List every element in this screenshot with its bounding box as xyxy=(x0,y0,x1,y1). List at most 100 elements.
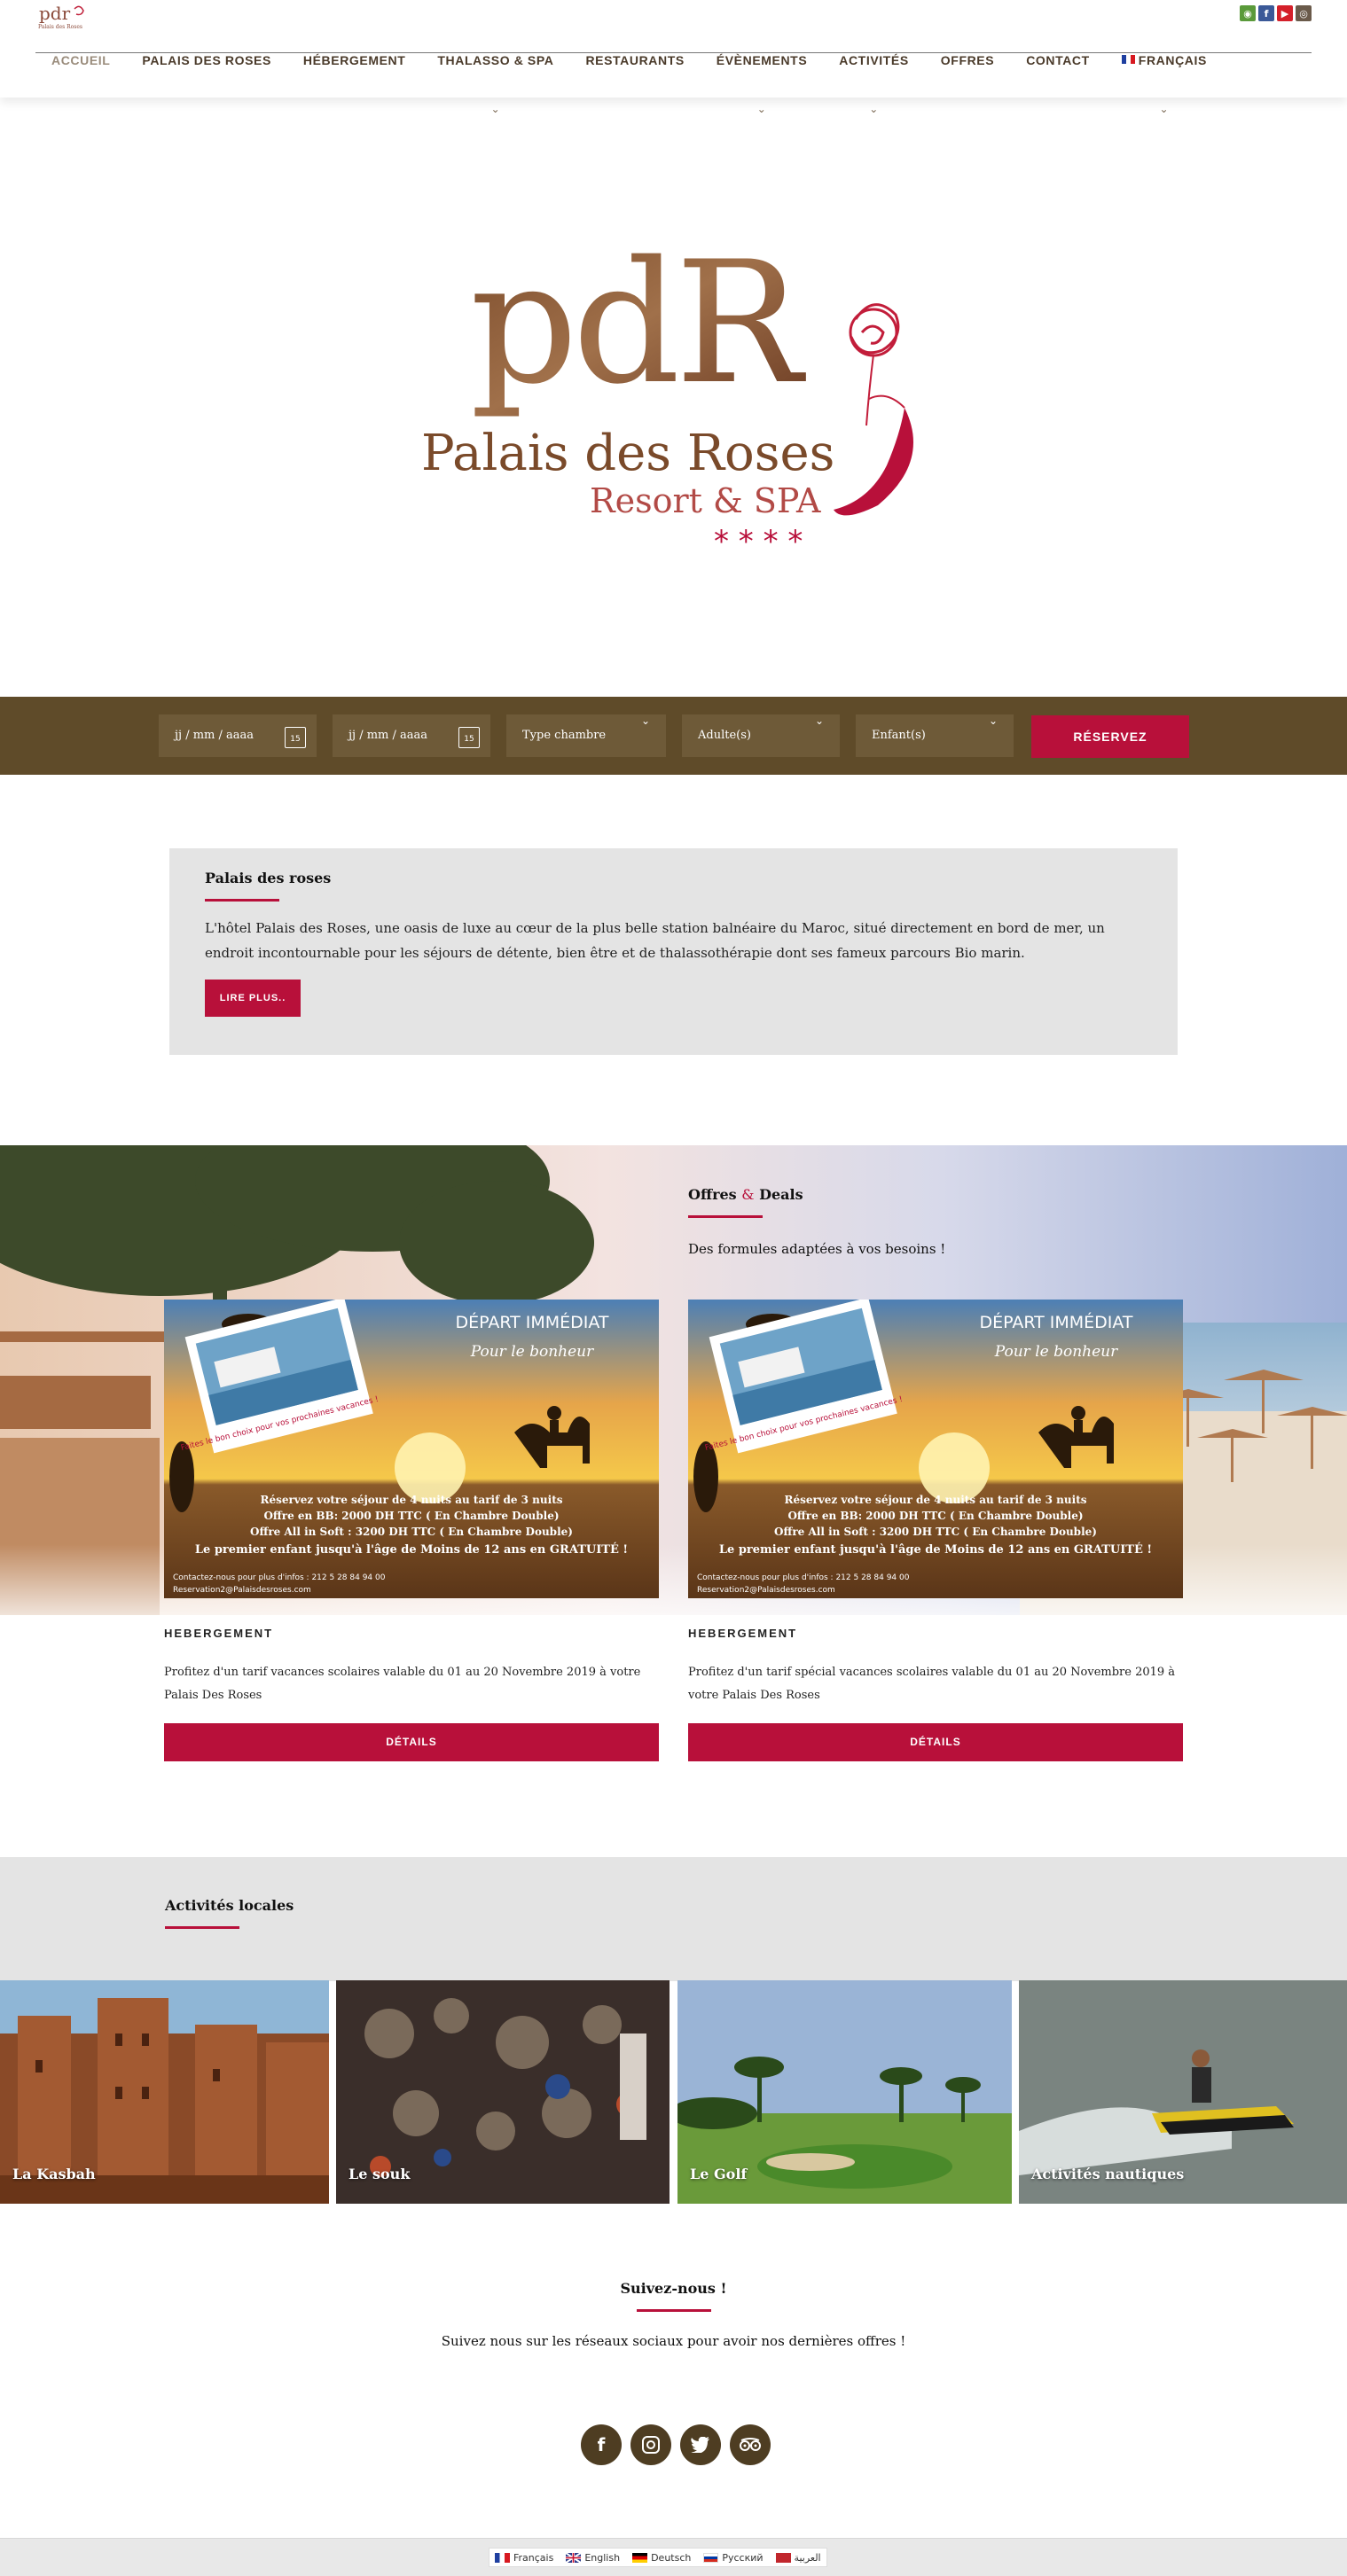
language-label: العربية xyxy=(794,2551,821,2564)
language-option-de[interactable]: Deutsch xyxy=(632,2552,691,2564)
offer-image-contact: Contactez-nous pour plus d'infos : 212 5… xyxy=(173,1573,386,1582)
nav-label: HÉBERGEMENT xyxy=(302,53,406,67)
facebook-icon[interactable]: f xyxy=(1258,5,1274,21)
activity-label: Le Golf xyxy=(690,2166,748,2182)
offer-image-headline: DÉPART IMMÉDIAT xyxy=(455,1312,608,1332)
morocco-flag-icon xyxy=(775,2552,791,2563)
nav-item-palais-des-roses[interactable]: PALAIS DES ROSES xyxy=(126,53,286,98)
offer-image-line: Le premier enfant jusqu'à l'âge de Moins… xyxy=(719,1542,1152,1557)
twitter-icon[interactable] xyxy=(680,2424,721,2465)
room-type-value: Type chambre xyxy=(522,729,607,742)
intro-title: Palais des roses xyxy=(205,870,332,886)
follow-title: Suivez-nous ! xyxy=(620,2280,727,2297)
nav-label: PALAIS DES ROSES xyxy=(142,53,271,67)
chevron-down-icon: ⌄ xyxy=(1159,103,1170,115)
offer-image[interactable]: Faites le bon choix pour vos prochaines … xyxy=(164,1297,659,1598)
chevron-down-icon: ⌄ xyxy=(756,103,767,115)
nav-label: ACCUEIL xyxy=(51,53,111,67)
nav-label: RESTAURANTS xyxy=(585,53,685,67)
calendar-icon[interactable]: 15 xyxy=(458,727,480,748)
nav-item-thalasso-spa[interactable]: THALASSO & SPA ⌄ xyxy=(421,53,569,114)
facebook-icon[interactable]: f xyxy=(581,2424,622,2465)
offer-details-button[interactable]: DÉTAILS xyxy=(688,1723,1183,1761)
activity-tile-kasbah[interactable]: La Kasbah xyxy=(0,1980,329,2204)
activity-label: Activités nautiques xyxy=(1031,2166,1185,2182)
arrival-date-placeholder: jj / mm / aaaa xyxy=(175,729,255,742)
offer-image-line: Offre en BB: 2000 DH TTC ( En Chambre Do… xyxy=(263,1510,559,1522)
departure-date-placeholder: jj / mm / aaaa xyxy=(348,729,428,742)
calendar-day: 15 xyxy=(464,735,474,744)
offers-title-amp: & xyxy=(741,1186,755,1203)
offer-image-contact: Contactez-nous pour plus d'infos : 212 5… xyxy=(697,1573,910,1582)
activity-label: La Kasbah xyxy=(12,2166,96,2182)
nav-item-activites[interactable]: ACTIVITÉS ⌄ xyxy=(823,53,925,114)
nav-label: ACTIVITÉS xyxy=(839,53,909,67)
offer-type: HEBERGEMENT xyxy=(164,1627,274,1640)
arrival-date-field[interactable]: jj / mm / aaaa 15 xyxy=(159,714,317,757)
language-option-ru[interactable]: Русский xyxy=(703,2552,764,2564)
offer-type: HEBERGEMENT xyxy=(688,1627,798,1640)
logo-text: pdr xyxy=(39,3,71,24)
calendar-day: 15 xyxy=(290,735,301,744)
language-label: Français xyxy=(513,2551,554,2564)
nav-label: ÉVÈNEMENTS xyxy=(716,53,808,67)
offer-image-line: Le premier enfant jusqu'à l'âge de Moins… xyxy=(195,1542,628,1557)
nav-label: CONTACT xyxy=(1026,53,1090,67)
reserve-button[interactable]: RÉSERVEZ xyxy=(1031,715,1189,758)
instagram-icon[interactable]: ◎ xyxy=(1296,5,1312,21)
instagram-icon[interactable] xyxy=(630,2424,671,2465)
nav-item-offres[interactable]: OFFRES xyxy=(925,53,1010,98)
nav-item-contact[interactable]: CONTACT xyxy=(1010,53,1106,98)
nav-item-language[interactable]: FRANÇAIS ⌄ xyxy=(1106,53,1223,114)
logo-subtext: Palais des Roses xyxy=(38,24,82,30)
language-option-fr[interactable]: Français xyxy=(495,2552,553,2564)
offer-image-email: Reservation2@Palaisdesroses.com xyxy=(173,1586,311,1595)
chevron-down-icon: ⌄ xyxy=(640,714,650,727)
offers-subtitle: Des formules adaptées à vos besoins ! xyxy=(688,1241,946,1257)
activities-header: Activités locales xyxy=(165,1897,294,1929)
nav-item-evenements[interactable]: ÉVÈNEMENTS ⌄ xyxy=(701,53,823,114)
chevron-down-icon: ⌄ xyxy=(490,103,501,115)
room-type-select[interactable]: Type chambre ⌄ xyxy=(506,714,666,757)
logo-name: Palais des Roses xyxy=(421,425,834,482)
nav-label: FRANÇAIS xyxy=(1138,53,1207,67)
read-more-button[interactable]: LIRE PLUS.. xyxy=(205,980,301,1017)
offer-image-subline: Pour le bonheur xyxy=(994,1343,1118,1361)
main-nav: ACCUEIL PALAIS DES ROSES HÉBERGEMENT THA… xyxy=(35,53,1223,114)
nav-item-accueil[interactable]: ACCUEIL xyxy=(35,53,126,98)
offers-title: Offres & Deals xyxy=(688,1186,1185,1203)
adults-select[interactable]: Adulte(s) ⌄ xyxy=(682,714,840,757)
activities-title: Activités locales xyxy=(165,1897,294,1914)
site-logo-small[interactable]: pdr Palais des Roses xyxy=(35,2,90,32)
follow-text: Suivez nous sur les réseaux sociaux pour… xyxy=(441,2333,906,2349)
offers-header: Offres & Deals Des formules adaptées à v… xyxy=(688,1186,1185,1257)
language-option-ar[interactable]: العربية xyxy=(775,2551,821,2564)
offer-card: Faites le bon choix pour vos prochaines … xyxy=(688,1297,1183,1761)
tripadvisor-icon[interactable]: ◉ xyxy=(1240,5,1256,21)
language-option-en[interactable]: English xyxy=(566,2552,620,2564)
activity-tile-golf[interactable]: Le Golf xyxy=(677,1980,1012,2204)
youtube-icon[interactable]: ▶ xyxy=(1277,5,1293,21)
nav-label: THALASSO & SPA xyxy=(437,53,554,67)
site-header: pdr Palais des Roses ◉ f ▶ ◎ ACCUEIL PAL… xyxy=(0,0,1347,114)
offer-image-line: Offre All in Soft : 3200 DH TTC ( En Cha… xyxy=(250,1526,573,1538)
tripadvisor-icon[interactable] xyxy=(730,2424,771,2465)
nav-label: OFFRES xyxy=(940,53,995,67)
calendar-icon[interactable]: 15 xyxy=(285,727,306,748)
children-select[interactable]: Enfant(s) ⌄ xyxy=(856,714,1014,757)
departure-date-field[interactable]: jj / mm / aaaa 15 xyxy=(333,714,490,757)
intro-box: Palais des roses L'hôtel Palais des Rose… xyxy=(169,848,1178,1055)
offer-image-subline: Pour le bonheur xyxy=(470,1343,594,1361)
offer-details-button[interactable]: DÉTAILS xyxy=(164,1723,659,1761)
top-social-icons: ◉ f ▶ ◎ xyxy=(1240,5,1312,21)
activity-tile-souk[interactable]: Le souk xyxy=(336,1980,670,2204)
germany-flag-icon xyxy=(632,2552,648,2563)
follow-section: Suivez-nous ! Suivez nous sur les réseau… xyxy=(0,2280,1347,2349)
chevron-down-icon: ⌄ xyxy=(869,103,879,115)
activity-tile-nautical[interactable]: Activités nautiques xyxy=(1019,1980,1347,2204)
nav-item-restaurants[interactable]: RESTAURANTS xyxy=(569,53,700,98)
offer-image[interactable]: Faites le bon choix pour vos prochaines … xyxy=(688,1297,1183,1598)
nav-item-hebergement[interactable]: HÉBERGEMENT xyxy=(287,53,422,98)
intro-text: L'hôtel Palais des Roses, une oasis de l… xyxy=(205,920,1105,961)
language-label: Deutsch xyxy=(651,2551,692,2564)
